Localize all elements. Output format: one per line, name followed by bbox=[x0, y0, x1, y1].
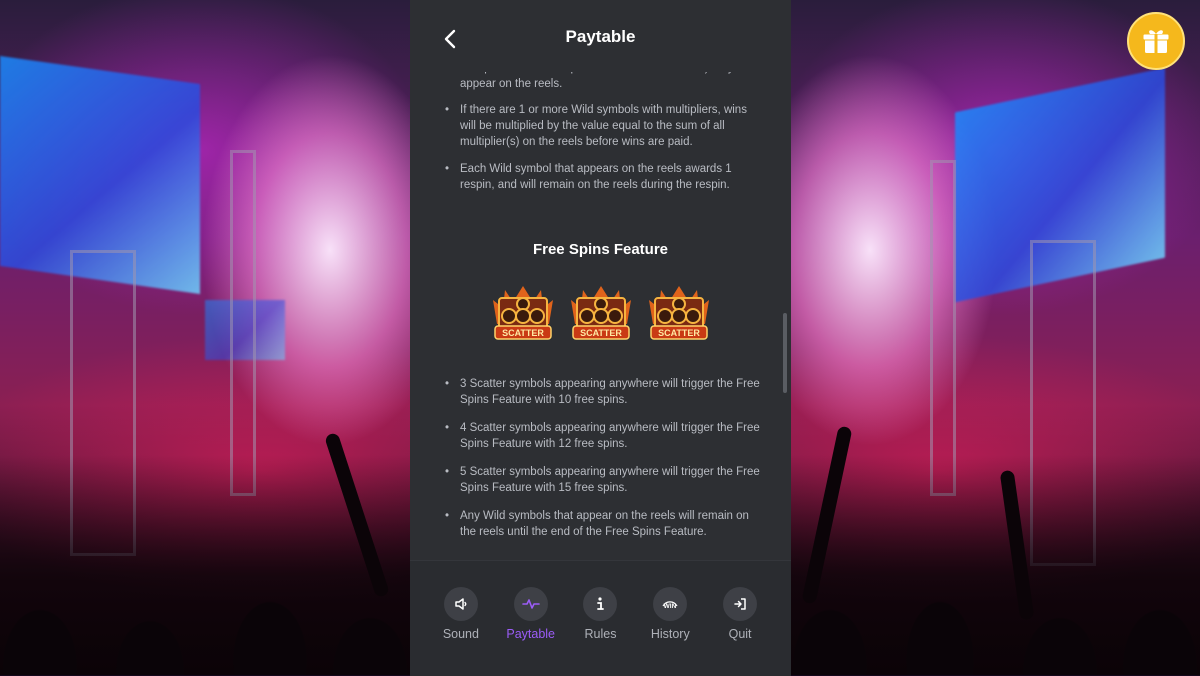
scatter-symbol-icon: SCATTER bbox=[492, 286, 553, 340]
nav-label: Rules bbox=[584, 627, 617, 641]
list-item: 4 Scatter symbols appearing anywhere wil… bbox=[410, 420, 791, 452]
exit-icon bbox=[734, 598, 746, 610]
paytable-panel: Paytable multiplier or with multiplier b… bbox=[410, 0, 791, 676]
paytable-content[interactable]: multiplier or with multiplier between x2… bbox=[410, 72, 791, 560]
nav-rules[interactable]: Rules bbox=[566, 587, 636, 641]
nav-history[interactable]: WIN History bbox=[635, 587, 705, 641]
scrollbar-thumb[interactable] bbox=[783, 313, 787, 393]
free-spins-rules-list: 3 Scatter symbols appearing anywhere wil… bbox=[410, 376, 791, 552]
scatter-symbols: SCATTER SCATTER SCATTER bbox=[410, 284, 791, 346]
section-heading: Free Spins Feature bbox=[532, 241, 669, 258]
list-item: 3 Scatter symbols appearing anywhere wil… bbox=[410, 376, 791, 408]
nav-label: Quit bbox=[728, 627, 752, 641]
scatter-label: SCATTER bbox=[580, 328, 622, 338]
stage-truss bbox=[230, 150, 256, 496]
list-item: 5 Scatter symbols appearing anywhere wil… bbox=[410, 464, 791, 496]
list-item: multiplier or with multiplier between x2… bbox=[410, 72, 791, 92]
wild-rules-list: multiplier or with multiplier between x2… bbox=[410, 72, 791, 204]
svg-text:WIN: WIN bbox=[664, 603, 677, 610]
nav-quit[interactable]: Quit bbox=[705, 587, 775, 641]
scatter-label: SCATTER bbox=[502, 328, 544, 338]
gift-button[interactable] bbox=[1127, 12, 1185, 70]
info-icon bbox=[597, 597, 605, 610]
pulse-icon bbox=[521, 599, 540, 609]
list-item: Each Wild symbol that appears on the ree… bbox=[410, 161, 791, 193]
list-item: Any Wild symbols that appear on the reel… bbox=[410, 508, 791, 540]
page-title: Paytable bbox=[565, 27, 636, 46]
gift-icon bbox=[1142, 30, 1170, 53]
nav-label: Sound bbox=[442, 627, 479, 641]
nav-sound[interactable]: Sound bbox=[426, 587, 496, 641]
scatter-symbol-icon: SCATTER bbox=[648, 286, 709, 340]
nav-label: Paytable bbox=[506, 627, 556, 641]
speaker-icon bbox=[455, 598, 467, 610]
panel-header: Paytable bbox=[410, 0, 791, 72]
stage-truss bbox=[930, 160, 956, 496]
bottom-nav: Sound Paytable Rules WIN History Quit bbox=[410, 560, 791, 676]
scatter-symbol-icon: SCATTER bbox=[570, 286, 631, 340]
win-icon: WIN bbox=[662, 601, 678, 610]
list-item: If there are 1 or more Wild symbols with… bbox=[410, 102, 791, 150]
nav-label: History bbox=[650, 627, 690, 641]
scatter-label: SCATTER bbox=[658, 328, 700, 338]
nav-paytable[interactable]: Paytable bbox=[496, 587, 566, 641]
